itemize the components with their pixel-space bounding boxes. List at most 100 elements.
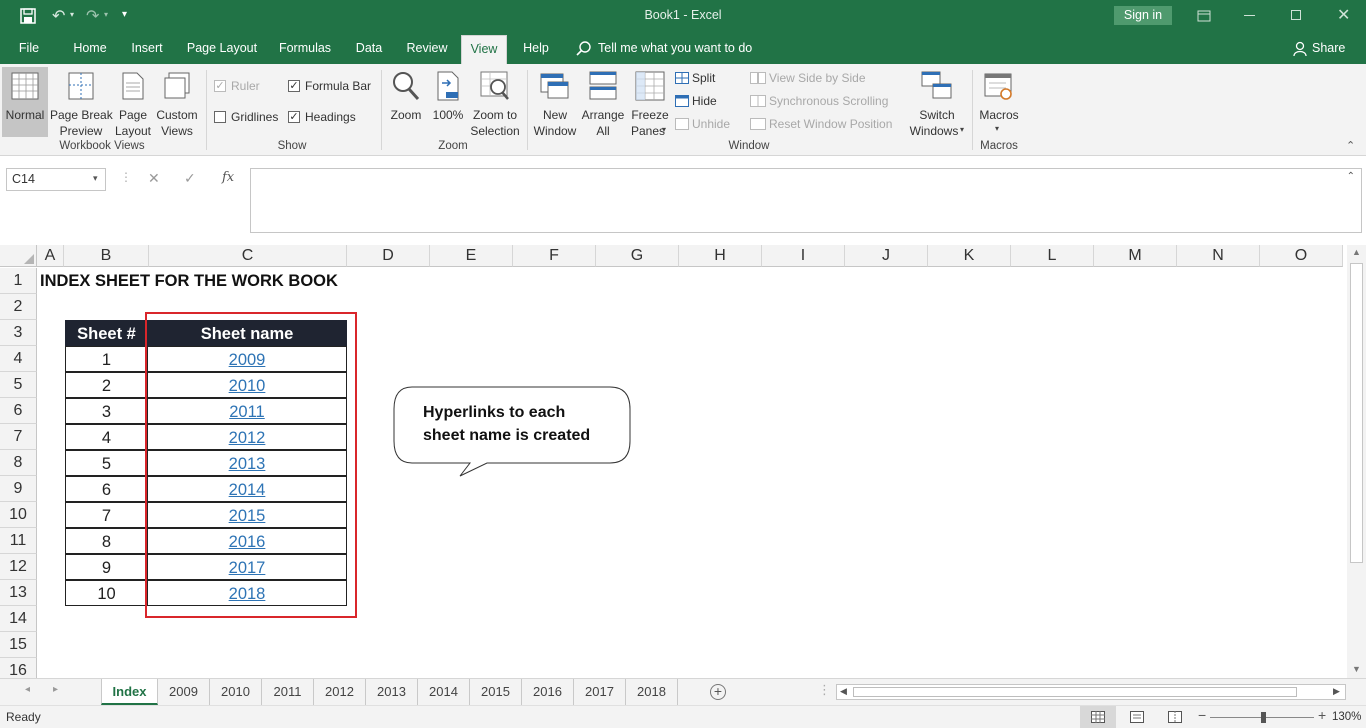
row-header-4[interactable]: 4 (0, 346, 37, 372)
scroll-up-icon[interactable]: ▲ (1352, 247, 1361, 257)
column-header-i[interactable]: I (762, 245, 845, 267)
vertical-scroll-thumb[interactable] (1350, 263, 1363, 563)
column-header-d[interactable]: D (347, 245, 430, 267)
row-header-6[interactable]: 6 (0, 398, 37, 424)
tab-review[interactable]: Review (401, 33, 453, 64)
row-header-13[interactable]: 13 (0, 580, 37, 606)
column-header-j[interactable]: J (845, 245, 928, 267)
freeze-panes-button[interactable]: Freeze Panes ▾ (628, 67, 672, 138)
row-header-14[interactable]: 14 (0, 606, 37, 632)
name-box-dropdown-icon[interactable]: ▾ (93, 173, 98, 184)
unhide-button[interactable]: Unhide (692, 117, 730, 132)
zoom-to-selection-button[interactable]: Zoom to Selection (468, 67, 522, 138)
page-break-preview-button[interactable]: Page Break Preview (50, 67, 113, 138)
zoom-100-button[interactable]: 100% (430, 67, 466, 137)
minimize-button[interactable] (1244, 15, 1255, 16)
column-header-n[interactable]: N (1177, 245, 1260, 267)
view-side-by-side-button[interactable]: View Side by Side (769, 71, 866, 86)
sheet-tab-2011[interactable]: 2011 (262, 679, 314, 705)
headings-checkbox[interactable]: ✓ (288, 111, 300, 123)
gridlines-checkbox[interactable] (214, 111, 226, 123)
page-layout-status-icon[interactable] (1130, 711, 1144, 723)
select-all-corner[interactable] (0, 245, 37, 267)
column-header-e[interactable]: E (430, 245, 513, 267)
row-header-2[interactable]: 2 (0, 294, 37, 320)
column-header-f[interactable]: F (513, 245, 596, 267)
new-window-button[interactable]: New Window (532, 67, 578, 138)
sheet-tab-2017[interactable]: 2017 (574, 679, 626, 705)
sheet-tab-2013[interactable]: 2013 (366, 679, 418, 705)
sign-in-button[interactable]: Sign in (1114, 6, 1172, 25)
normal-view-button[interactable]: Normal (2, 67, 48, 137)
cancel-entry-icon[interactable]: ✕ (148, 170, 160, 187)
switch-windows-button[interactable]: Switch Windows ▾ (904, 67, 970, 138)
share-button[interactable]: Share (1312, 33, 1345, 64)
row-header-8[interactable]: 8 (0, 450, 37, 476)
sheet-tab-2010[interactable]: 2010 (210, 679, 262, 705)
row-header-11[interactable]: 11 (0, 528, 37, 554)
column-header-g[interactable]: G (596, 245, 679, 267)
column-header-k[interactable]: K (928, 245, 1011, 267)
new-sheet-button[interactable]: + (710, 684, 726, 700)
zoom-level[interactable]: 130% (1332, 711, 1361, 723)
tab-insert[interactable]: Insert (124, 33, 170, 64)
formula-bar-checkbox[interactable]: ✓ (288, 80, 300, 92)
row-header-5[interactable]: 5 (0, 372, 37, 398)
macros-button[interactable]: Macros ▾ (976, 67, 1022, 137)
ribbon-display-options-icon[interactable] (1197, 10, 1211, 22)
hide-button[interactable]: Hide (692, 94, 717, 109)
arrange-all-button[interactable]: Arrange All (580, 67, 626, 138)
sheet-tab-2018[interactable]: 2018 (626, 679, 678, 705)
row-header-7[interactable]: 7 (0, 424, 37, 450)
tab-help[interactable]: Help (517, 33, 555, 64)
column-header-h[interactable]: H (679, 245, 762, 267)
tab-data[interactable]: Data (348, 33, 390, 64)
page-layout-view-button[interactable]: Page Layout (113, 67, 153, 138)
tab-formulas[interactable]: Formulas (274, 33, 336, 64)
worksheet-grid[interactable]: ABCDEFGHIJKLMNO 1 2 3 4 5 6 7 8 9 10 11 12 13 14 15 16 … (0, 245, 1366, 678)
zoom-slider-thumb[interactable] (1261, 712, 1266, 723)
scroll-down-icon[interactable]: ▼ (1352, 664, 1361, 674)
tab-page-layout[interactable]: Page Layout (182, 33, 262, 64)
column-header-l[interactable]: L (1011, 245, 1094, 267)
page-break-status-icon[interactable] (1168, 711, 1182, 723)
synchronous-scrolling-button[interactable]: Synchronous Scrolling (769, 94, 888, 109)
sheet-tab-2012[interactable]: 2012 (314, 679, 366, 705)
tab-home[interactable]: Home (65, 33, 115, 64)
row-header-15[interactable]: 15 (0, 632, 37, 658)
tab-split-handle-icon[interactable]: ⋮ (818, 682, 831, 698)
zoom-out-button[interactable]: − (1198, 707, 1206, 723)
horizontal-scroll-thumb[interactable] (853, 687, 1297, 697)
confirm-entry-icon[interactable]: ✓ (184, 170, 196, 187)
normal-view-status-button[interactable] (1080, 706, 1116, 728)
name-box[interactable]: C14 ▾ (6, 168, 106, 191)
row-header-1[interactable]: 1 (0, 268, 37, 294)
prev-sheet-icon[interactable]: ◂ (25, 684, 30, 695)
collapse-ribbon-icon[interactable]: ⌃ (1346, 139, 1355, 152)
tell-me-search[interactable]: Tell me what you want to do (598, 33, 752, 64)
row-header-12[interactable]: 12 (0, 554, 37, 580)
row-header-3[interactable]: 3 (0, 320, 37, 346)
row-header-10[interactable]: 10 (0, 502, 37, 528)
split-button[interactable]: Split (692, 71, 715, 86)
row-header-16[interactable]: 16 (0, 658, 37, 678)
close-button[interactable]: ✕ (1337, 5, 1350, 25)
column-header-m[interactable]: M (1094, 245, 1177, 267)
sheet-tab-2014[interactable]: 2014 (418, 679, 470, 705)
reset-window-position-button[interactable]: Reset Window Position (769, 117, 892, 132)
column-header-b[interactable]: B (64, 245, 149, 267)
column-header-c[interactable]: C (149, 245, 347, 267)
sheet-tab-2015[interactable]: 2015 (470, 679, 522, 705)
sheet-tab-index[interactable]: Index (101, 679, 158, 705)
custom-views-button[interactable]: Custom Views (154, 67, 200, 138)
ruler-checkbox[interactable]: ✓ (214, 80, 226, 92)
horizontal-scrollbar[interactable]: ◀ ▶ (836, 684, 1346, 700)
tab-view[interactable]: View (461, 35, 507, 64)
vertical-scrollbar[interactable]: ▲ ▼ (1347, 245, 1366, 678)
sheet-tab-2016[interactable]: 2016 (522, 679, 574, 705)
maximize-button[interactable] (1291, 10, 1301, 20)
tab-file[interactable]: File (10, 33, 48, 64)
insert-function-icon[interactable]: fx (222, 170, 234, 185)
collapse-formula-bar-icon[interactable]: ⌃ (1347, 171, 1355, 182)
column-header-o[interactable]: O (1260, 245, 1343, 267)
